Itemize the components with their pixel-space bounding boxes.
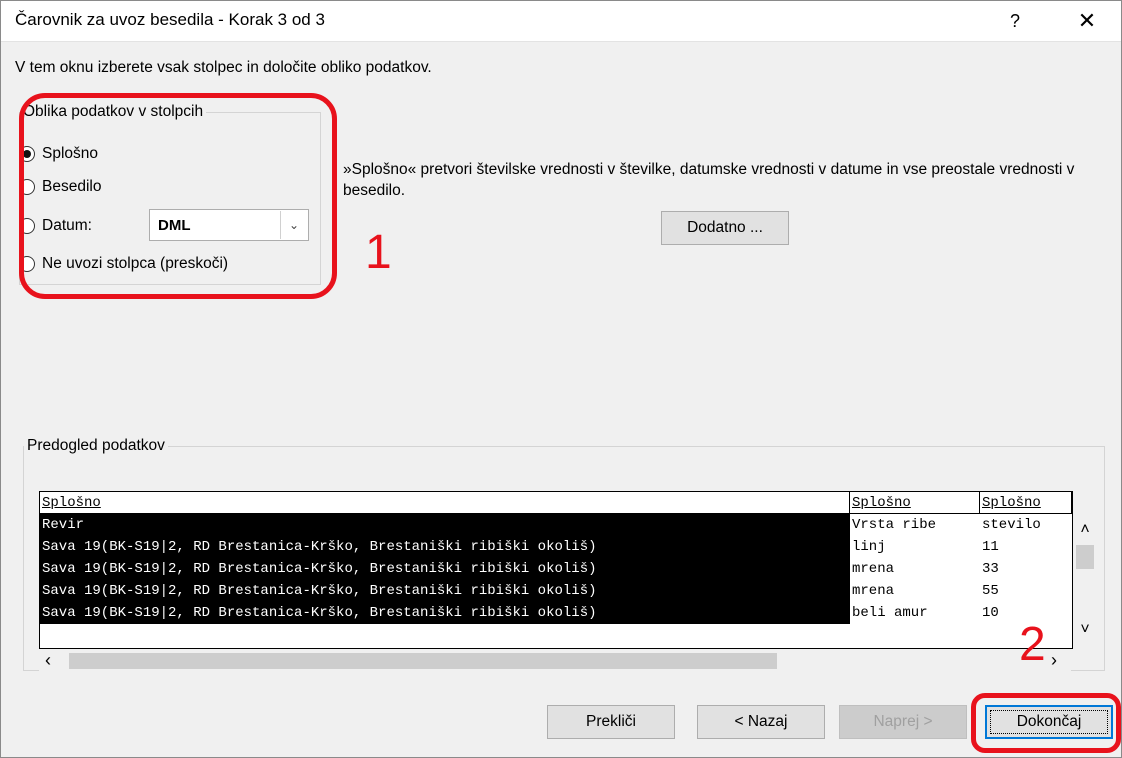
table-cell: Vrsta ribe — [852, 517, 937, 533]
table-cell: Sava 19(BK-S19|2, RD Brestanica-Krško, B… — [40, 536, 850, 558]
scroll-left-icon[interactable]: ‹ — [45, 650, 51, 671]
table-cell: 33 — [982, 561, 999, 577]
table-cell: linj — [852, 539, 886, 555]
column-header[interactable]: Splošno — [850, 492, 980, 514]
table-cell: Sava 19(BK-S19|2, RD Brestanica-Krško, B… — [40, 580, 850, 602]
cancel-button[interactable]: Prekliči — [547, 705, 675, 739]
scroll-right-icon[interactable]: › — [1051, 650, 1057, 671]
preview-column-2[interactable]: Splošno Vrsta ribe linj mrena mrena beli… — [850, 492, 980, 648]
close-icon[interactable]: ✕ — [1071, 7, 1103, 35]
column-header[interactable]: Splošno — [980, 492, 1072, 514]
intro-text: V tem oknu izberete vsak stolpec in dolo… — [15, 59, 432, 76]
annotation-box-2 — [971, 693, 1121, 753]
format-description: »Splošno« pretvori številske vrednosti v… — [343, 161, 1075, 199]
title-bar: Čarovnik za uvoz besedila - Korak 3 od 3… — [1, 1, 1121, 42]
vertical-scroll-thumb[interactable] — [1076, 545, 1094, 569]
table-cell: stevilo — [982, 517, 1041, 533]
scroll-down-icon[interactable]: ˅ — [1073, 621, 1097, 639]
advanced-button[interactable]: Dodatno ... — [661, 211, 789, 245]
scroll-up-icon[interactable]: ˄ — [1073, 521, 1097, 539]
table-cell: 55 — [982, 583, 999, 599]
table-cell: Sava 19(BK-S19|2, RD Brestanica-Krško, B… — [40, 558, 850, 580]
table-cell: mrena — [852, 561, 895, 577]
horizontal-scrollbar[interactable]: ‹ › — [39, 649, 1071, 673]
preview-column-1[interactable]: Splošno Revir Sava 19(BK-S19|2, RD Brest… — [40, 492, 850, 648]
table-cell: 11 — [982, 539, 999, 555]
horizontal-scroll-thumb[interactable] — [69, 653, 777, 669]
data-preview-grid[interactable]: Splošno Revir Sava 19(BK-S19|2, RD Brest… — [39, 491, 1073, 649]
back-button[interactable]: < Nazaj — [697, 705, 825, 739]
table-cell: Revir — [40, 514, 850, 536]
table-cell: mrena — [852, 583, 895, 599]
annotation-box-1 — [19, 93, 337, 299]
table-cell: beli amur — [852, 605, 928, 621]
vertical-scrollbar[interactable]: ˄ ˅ — [1073, 517, 1097, 647]
next-button[interactable]: Naprej > — [839, 705, 967, 739]
data-preview-legend: Predogled podatkov — [27, 437, 165, 454]
annotation-number-2: 2 — [1019, 618, 1046, 671]
help-icon[interactable]: ? — [1003, 7, 1027, 35]
annotation-number-1: 1 — [365, 226, 392, 279]
import-wizard-dialog: Čarovnik za uvoz besedila - Korak 3 od 3… — [0, 0, 1122, 758]
window-title: Čarovnik za uvoz besedila - Korak 3 od 3 — [15, 10, 325, 29]
column-header[interactable]: Splošno — [40, 492, 850, 514]
table-cell: Sava 19(BK-S19|2, RD Brestanica-Krško, B… — [40, 602, 850, 624]
